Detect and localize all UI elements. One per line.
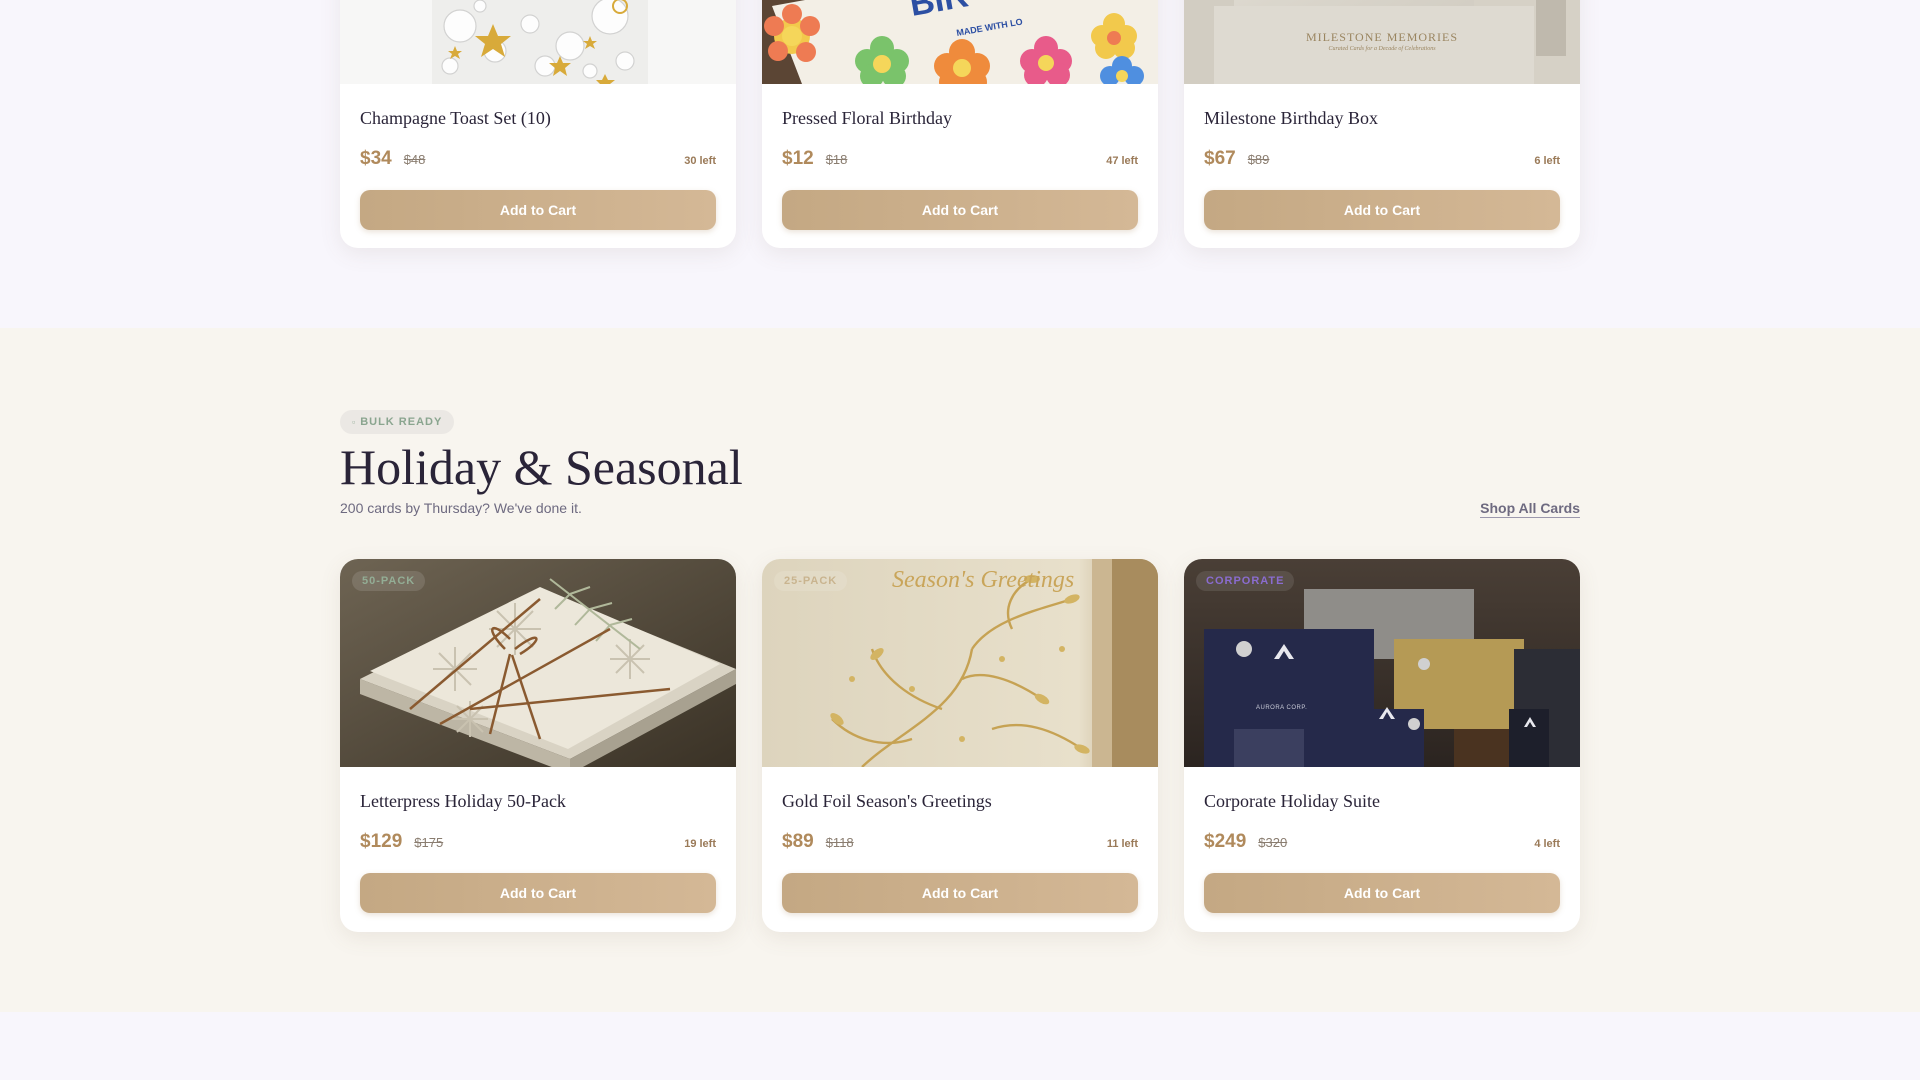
product-name[interactable]: Letterpress Holiday 50-Pack xyxy=(360,791,716,813)
add-to-cart-button[interactable]: Add to Cart xyxy=(1204,190,1560,230)
stock-count: 6 left xyxy=(1534,155,1560,167)
badge-label: BULK READY xyxy=(360,416,443,428)
add-to-cart-button[interactable]: Add to Cart xyxy=(782,190,1138,230)
price-row: $249 $320 4 left xyxy=(1204,831,1560,855)
original-price: $18 xyxy=(825,152,848,167)
image-caption: Season's Greetings xyxy=(892,567,1075,593)
stock-count: 47 left xyxy=(1106,155,1138,167)
price: $249 xyxy=(1204,831,1247,852)
product-name[interactable]: Gold Foil Season's Greetings xyxy=(782,791,1138,813)
pack-size-tag: 25-PACK xyxy=(774,571,848,591)
price-row: $67 $89 6 left xyxy=(1204,148,1560,172)
product-name[interactable]: Corporate Holiday Suite xyxy=(1204,791,1560,813)
product-card[interactable]: Champagne Toast Set (10) $34 $48 30 left… xyxy=(340,0,736,248)
next-section xyxy=(0,1012,1920,1080)
product-image[interactable] xyxy=(340,0,736,84)
product-card[interactable]: BIR MADE WITH LO Pressed Floral Birthday… xyxy=(762,0,1158,248)
product-name[interactable]: Milestone Birthday Box xyxy=(1204,108,1560,130)
product-image[interactable]: 50-PACK xyxy=(340,559,736,767)
product-image[interactable]: MILESTONE MEMORIES Curated Cards for a D… xyxy=(1184,0,1580,84)
product-grid: Champagne Toast Set (10) $34 $48 30 left… xyxy=(340,0,1580,248)
image-caption: MILESTONE MEMORIES xyxy=(1305,30,1459,44)
stock-count: 19 left xyxy=(684,838,716,850)
product-name[interactable]: Champagne Toast Set (10) xyxy=(360,108,716,130)
image-subcaption: Curated Cards for a Decade of Celebratio… xyxy=(1328,46,1436,52)
product-image[interactable]: AURORA CORP. CORPORATE xyxy=(1184,559,1580,767)
original-price: $175 xyxy=(414,835,444,850)
shop-all-link[interactable]: Shop All Cards xyxy=(1480,500,1580,518)
image-caption: AURORA CORP. xyxy=(1256,705,1308,711)
price: $89 xyxy=(782,831,814,852)
price-row: $34 $48 30 left xyxy=(360,148,716,172)
original-price: $89 xyxy=(1247,152,1270,167)
product-image[interactable]: Season's Greetings 25-PACK xyxy=(762,559,1158,767)
category-tag: CORPORATE xyxy=(1196,571,1295,591)
product-card[interactable]: AURORA CORP. CORPORATE Corporate Holiday… xyxy=(1184,559,1580,932)
product-card[interactable]: 50-PACK Letterpress Holiday 50-Pack $129… xyxy=(340,559,736,932)
add-to-cart-button[interactable]: Add to Cart xyxy=(1204,873,1560,913)
price: $129 xyxy=(360,831,403,852)
holiday-section: ▫ BULK READY Holiday & Seasonal 200 card… xyxy=(0,328,1920,1012)
pack-size-tag: 50-PACK xyxy=(352,571,426,591)
price-row: $12 $18 47 left xyxy=(782,148,1138,172)
stock-count: 4 left xyxy=(1534,838,1560,850)
stock-count: 11 left xyxy=(1106,838,1138,850)
stock-count: 30 left xyxy=(684,155,716,167)
product-name[interactable]: Pressed Floral Birthday xyxy=(782,108,1138,130)
square-icon: ▫ xyxy=(352,417,357,427)
featured-section: Champagne Toast Set (10) $34 $48 30 left… xyxy=(0,0,1920,328)
price: $34 xyxy=(360,148,392,169)
original-price: $48 xyxy=(403,152,426,167)
price-row: $89 $118 11 left xyxy=(782,831,1138,855)
price-row: $129 $175 19 left xyxy=(360,831,716,855)
product-grid: 50-PACK Letterpress Holiday 50-Pack $129… xyxy=(340,559,1580,932)
price: $12 xyxy=(782,148,814,169)
add-to-cart-button[interactable]: Add to Cart xyxy=(360,873,716,913)
original-price: $118 xyxy=(825,835,854,850)
section-subtitle: 200 cards by Thursday? We've done it. xyxy=(340,500,582,516)
product-image[interactable]: BIR MADE WITH LO xyxy=(762,0,1158,84)
product-card[interactable]: MILESTONE MEMORIES Curated Cards for a D… xyxy=(1184,0,1580,248)
original-price: $320 xyxy=(1258,835,1288,850)
add-to-cart-button[interactable]: Add to Cart xyxy=(360,190,716,230)
add-to-cart-button[interactable]: Add to Cart xyxy=(782,873,1138,913)
bulk-ready-badge: ▫ BULK READY xyxy=(340,410,455,434)
section-title: Holiday & Seasonal xyxy=(340,439,743,495)
product-card[interactable]: Season's Greetings 25-PACK Gold Foil Sea… xyxy=(762,559,1158,932)
price: $67 xyxy=(1204,148,1236,169)
